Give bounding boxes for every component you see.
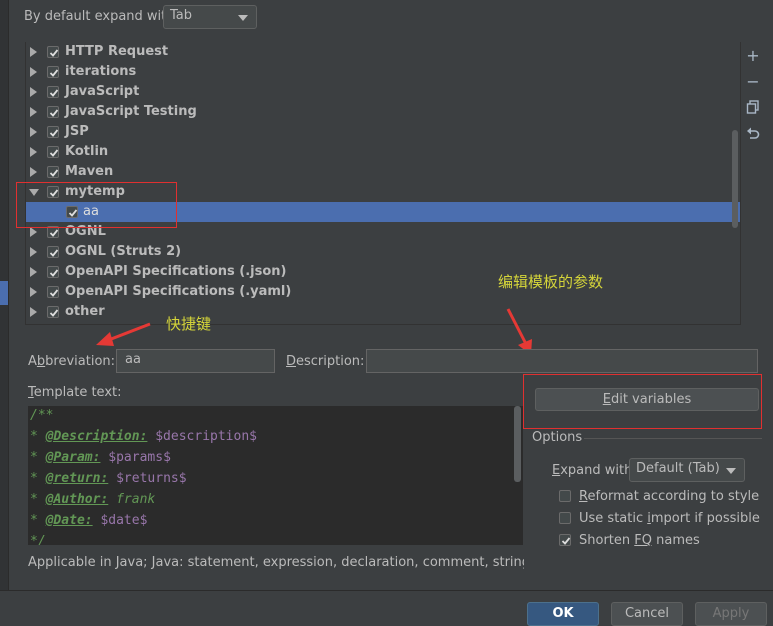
editor-scrollbar[interactable] <box>514 406 521 482</box>
template-line: * @Param: $params$ <box>30 450 171 465</box>
reformat-label: Reformat according to style <box>579 489 760 504</box>
expand-with-label: Expand with <box>552 463 633 478</box>
arrow-to-abbreviation <box>96 322 151 346</box>
static-import-label: Use static import if possible <box>579 511 760 526</box>
expand-with-dropdown[interactable]: Default (Tab) <box>629 458 745 482</box>
ok-button[interactable]: OK <box>527 602 599 626</box>
template-line: * @return: $returns$ <box>30 471 187 486</box>
options-title: Options <box>532 430 583 445</box>
template-line: * @Date: $date$ <box>30 513 148 528</box>
reformat-checkbox[interactable] <box>559 490 571 502</box>
static-import-checkbox[interactable] <box>559 512 571 524</box>
abbreviation-input[interactable]: aa <box>116 349 275 373</box>
edit-variables-button[interactable]: Edit variables <box>535 388 759 411</box>
abbreviation-label: Abbreviation: <box>28 354 116 369</box>
shorten-fq-checkbox[interactable] <box>559 534 571 546</box>
description-label: Description: <box>286 354 365 369</box>
applicable-contexts-text: Applicable in Java; Java: statement, exp… <box>28 555 524 570</box>
template-line: * @Description: $description$ <box>30 429 257 444</box>
check-icon <box>561 537 571 545</box>
description-input[interactable] <box>366 349 758 373</box>
template-line: * @Author: frank <box>30 492 156 507</box>
template-text-editor[interactable]: /** * @Description: $description$ * @Par… <box>28 406 523 545</box>
template-line: */ <box>30 534 46 545</box>
expand-with-value: Default (Tab) <box>636 461 720 476</box>
cancel-button[interactable]: Cancel <box>611 602 683 626</box>
footer-divider <box>0 590 773 591</box>
shorten-fq-label: Shorten FQ names <box>579 533 700 548</box>
template-text-label: Template text: <box>28 385 122 400</box>
chevron-down-icon <box>726 468 736 474</box>
options-divider <box>584 438 762 439</box>
apply-button[interactable]: Apply <box>695 602 767 626</box>
template-line: /** <box>30 408 54 423</box>
